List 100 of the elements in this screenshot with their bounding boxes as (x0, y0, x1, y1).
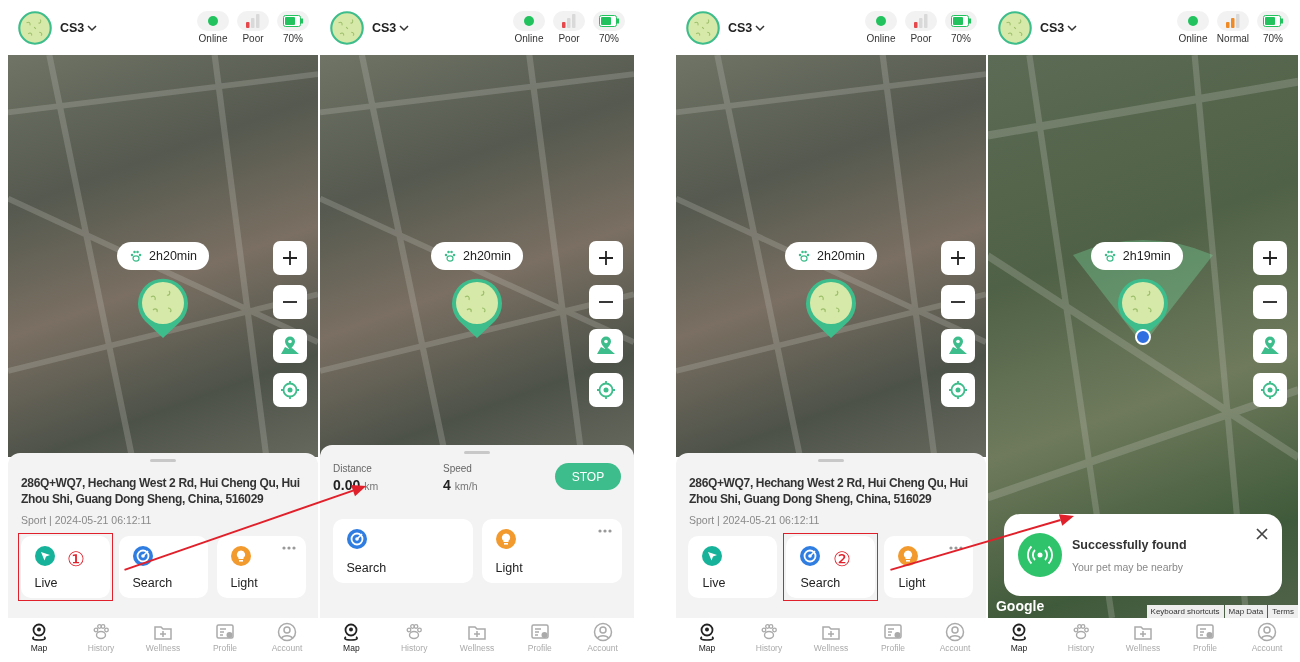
satellite-map-placeholder[interactable]: 2h19min Successfully found Your pet may be nearby Google Keyboard shortcuts Map Data Terms (988, 55, 1298, 618)
map-pin-icon (1009, 622, 1029, 642)
zoom-out-button[interactable] (273, 285, 307, 319)
status-label: Normal (1216, 33, 1250, 44)
zoom-in-button[interactable] (273, 241, 307, 275)
account-circle-icon (277, 622, 297, 642)
user-location-dot (1135, 329, 1151, 345)
status-label: 70% (283, 33, 303, 44)
zoom-out-button[interactable] (941, 285, 975, 319)
online-dot-icon (208, 16, 218, 26)
locate-pet-button[interactable] (1253, 373, 1287, 407)
status-label: Online (866, 33, 896, 44)
light-action-button[interactable]: Light (216, 535, 306, 598)
nav-tab[interactable]: Map (326, 622, 377, 653)
battery-time-badge: 2h20min (785, 242, 877, 270)
plus-icon (280, 248, 300, 268)
map-attribution-link[interactable]: Map Data (1224, 605, 1268, 618)
drag-handle[interactable] (150, 459, 176, 462)
paw-icon (1102, 249, 1117, 263)
map-attribution-link[interactable]: Terms (1268, 605, 1298, 618)
locate-pet-button[interactable] (941, 373, 975, 407)
minus-icon (596, 300, 616, 304)
zoom-in-button[interactable] (1253, 241, 1287, 275)
map-attribution-link[interactable]: Keyboard shortcuts (1146, 605, 1224, 618)
address-text: 286Q+WQ7, Hechang West 2 Rd, Hui Cheng Qu, Hui Zhou Shi, Guang Dong Sheng, China, 516029 (21, 475, 301, 507)
more-icon[interactable] (949, 545, 964, 550)
chevron-down-icon (87, 23, 98, 32)
status-label: Poor (558, 33, 580, 44)
status-label: 70% (950, 33, 971, 44)
paw-icon (1071, 622, 1091, 642)
pet-location-pin[interactable] (137, 277, 189, 339)
status-label: Poor (910, 33, 932, 44)
drag-handle[interactable] (818, 459, 844, 462)
zoom-out-button[interactable] (1253, 285, 1287, 319)
toast-title: Successfully found (1072, 537, 1187, 552)
lightbulb-icon (230, 545, 251, 566)
device-selector[interactable]: CS3 (1040, 20, 1078, 35)
zoom-in-button[interactable] (941, 241, 975, 275)
pet-location-pin[interactable] (451, 277, 503, 339)
toast-message: Your pet may be nearby (1072, 560, 1185, 573)
address-text: 286Q+WQ7, Hechang West 2 Rd, Hui Cheng Qu, Hui Zhou Shi, Guang Dong Sheng, China, 516029 (689, 475, 969, 507)
speed-unit: km/h (454, 480, 478, 492)
map-pin-icon (697, 622, 717, 642)
search-action-button[interactable]: Search (118, 535, 208, 598)
map-logo: Google (996, 598, 1045, 614)
map-view-button[interactable] (589, 329, 623, 363)
map-view-button[interactable] (941, 329, 975, 363)
map-pin-icon (29, 622, 49, 642)
satellite-map-placeholder[interactable]: 2h20min (676, 55, 986, 457)
crosshair-icon (280, 380, 300, 400)
distance-unit: km (364, 480, 379, 492)
more-icon[interactable] (597, 528, 612, 533)
minus-icon (1260, 300, 1280, 304)
map-pin-icon (596, 336, 616, 356)
minus-icon (948, 300, 968, 304)
minus-icon (280, 300, 300, 304)
account-circle-icon (592, 622, 613, 642)
plus-icon (1260, 248, 1280, 268)
nav-tab[interactable]: Map (14, 622, 64, 653)
device-selector[interactable]: CS3 (60, 20, 98, 35)
light-action-button[interactable]: Light (481, 518, 622, 583)
status-label: 70% (598, 33, 619, 44)
speed-label: Speed (443, 463, 473, 474)
speed-value: 4 (443, 477, 451, 493)
map-view-button[interactable] (273, 329, 307, 363)
paw-icon (91, 622, 111, 642)
zoom-out-button[interactable] (589, 285, 623, 319)
close-button[interactable] (1254, 526, 1270, 542)
device-selector[interactable]: CS3 (372, 20, 410, 35)
radar-icon (132, 545, 153, 566)
nav-tab[interactable]: Map (994, 622, 1044, 653)
locate-pet-button[interactable] (273, 373, 307, 407)
locate-pet-button[interactable] (589, 373, 623, 407)
paw-icon (404, 622, 425, 642)
map-view-button[interactable] (1253, 329, 1287, 363)
online-dot-icon (1188, 16, 1198, 26)
drag-handle[interactable] (464, 451, 490, 454)
chevron-down-icon (755, 23, 766, 32)
crosshair-icon (948, 380, 968, 400)
pet-location-pin[interactable] (805, 277, 857, 339)
account-circle-icon (1257, 622, 1277, 642)
distance-label: Distance (333, 463, 373, 474)
satellite-map-placeholder[interactable]: 2h20min (8, 55, 318, 457)
search-action-button[interactable]: Search (332, 518, 473, 583)
status-label: Online (1178, 33, 1208, 44)
light-action-button[interactable]: Light (884, 535, 974, 598)
more-icon[interactable] (281, 545, 296, 550)
zoom-in-button[interactable] (589, 241, 623, 275)
step-number: ① (66, 547, 85, 570)
battery-time-badge: 2h20min (117, 242, 209, 270)
nav-tab[interactable]: Map (682, 622, 732, 653)
map-pin-icon (280, 336, 300, 356)
paw-icon (797, 249, 811, 263)
id-card-icon (1195, 622, 1215, 642)
id-card-icon (215, 622, 235, 642)
paw-icon (129, 249, 143, 263)
device-selector[interactable]: CS3 (728, 20, 766, 35)
chevron-down-icon (399, 23, 410, 32)
activity-timestamp: Sport | 2024-05-21 06:12:11 (21, 514, 153, 526)
live-action-button[interactable]: Live (688, 535, 778, 598)
